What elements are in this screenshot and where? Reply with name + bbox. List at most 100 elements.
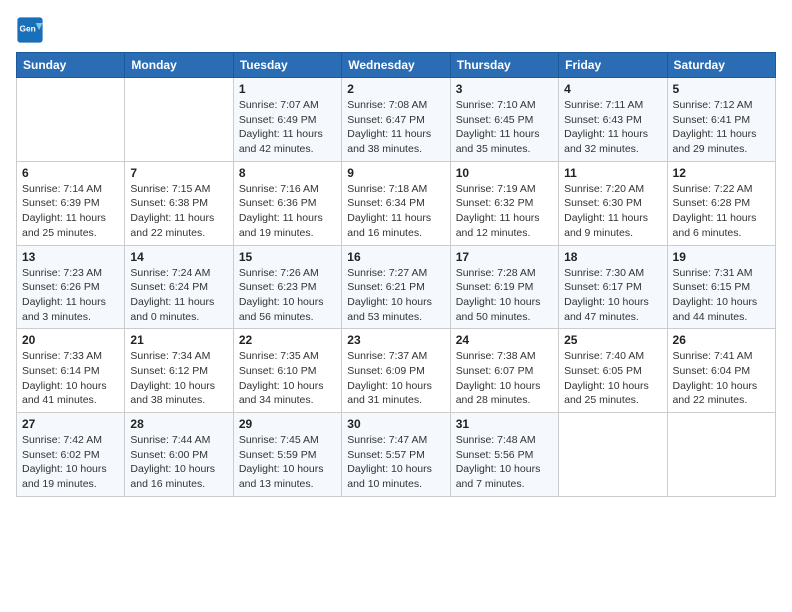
day-number: 22: [239, 333, 336, 347]
calendar-cell: 28 Sunrise: 7:44 AMSunset: 6:00 PMDayligh…: [125, 413, 233, 497]
calendar-cell: [559, 413, 667, 497]
calendar-cell: 22 Sunrise: 7:35 AMSunset: 6:10 PMDayligh…: [233, 329, 341, 413]
day-number: 25: [564, 333, 661, 347]
col-header-saturday: Saturday: [667, 53, 775, 78]
day-info: Sunrise: 7:40 AMSunset: 6:05 PMDaylight:…: [564, 349, 661, 408]
col-header-wednesday: Wednesday: [342, 53, 450, 78]
calendar-cell: [17, 78, 125, 162]
calendar-cell: 10Sunrise: 7:19 AMSunset: 6:32 PMDayligh…: [450, 161, 558, 245]
day-info: Sunrise: 7:16 AMSunset: 6:36 PMDaylight:…: [239, 182, 336, 241]
calendar-cell: 2 Sunrise: 7:08 AMSunset: 6:47 PMDaylight…: [342, 78, 450, 162]
calendar-cell: 30 Sunrise: 7:47 AMSunset: 5:57 PMDayligh…: [342, 413, 450, 497]
day-info: Sunrise: 7:35 AMSunset: 6:10 PMDaylight:…: [239, 349, 336, 408]
calendar-cell: 8 Sunrise: 7:16 AMSunset: 6:36 PMDaylight…: [233, 161, 341, 245]
logo: Gen: [16, 16, 48, 44]
day-number: 24: [456, 333, 553, 347]
day-number: 12: [673, 166, 770, 180]
day-number: 21: [130, 333, 227, 347]
day-number: 29: [239, 417, 336, 431]
calendar-cell: 4 Sunrise: 7:11 AMSunset: 6:43 PMDaylight…: [559, 78, 667, 162]
col-header-monday: Monday: [125, 53, 233, 78]
calendar-cell: 3 Sunrise: 7:10 AMSunset: 6:45 PMDaylight…: [450, 78, 558, 162]
calendar-cell: 31 Sunrise: 7:48 AMSunset: 5:56 PMDayligh…: [450, 413, 558, 497]
day-number: 9: [347, 166, 444, 180]
day-info: Sunrise: 7:47 AMSunset: 5:57 PMDaylight:…: [347, 433, 444, 492]
day-info: Sunrise: 7:41 AMSunset: 6:04 PMDaylight:…: [673, 349, 770, 408]
day-info: Sunrise: 7:38 AMSunset: 6:07 PMDaylight:…: [456, 349, 553, 408]
calendar-cell: 21 Sunrise: 7:34 AMSunset: 6:12 PMDayligh…: [125, 329, 233, 413]
day-number: 4: [564, 82, 661, 96]
day-info: Sunrise: 7:48 AMSunset: 5:56 PMDaylight:…: [456, 433, 553, 492]
day-number: 10: [456, 166, 553, 180]
calendar-cell: 29 Sunrise: 7:45 AMSunset: 5:59 PMDayligh…: [233, 413, 341, 497]
day-info: Sunrise: 7:12 AMSunset: 6:41 PMDaylight:…: [673, 98, 770, 157]
calendar-cell: 13 Sunrise: 7:23 AMSunset: 6:26 PMDayligh…: [17, 245, 125, 329]
day-number: 1: [239, 82, 336, 96]
calendar-cell: [125, 78, 233, 162]
calendar-cell: 6Sunrise: 7:14 AMSunset: 6:39 PMDaylight…: [17, 161, 125, 245]
day-info: Sunrise: 7:07 AMSunset: 6:49 PMDaylight:…: [239, 98, 336, 157]
day-number: 30: [347, 417, 444, 431]
day-info: Sunrise: 7:33 AMSunset: 6:14 PMDaylight:…: [22, 349, 119, 408]
calendar-cell: 1 Sunrise: 7:07 AMSunset: 6:49 PMDaylight…: [233, 78, 341, 162]
day-info: Sunrise: 7:08 AMSunset: 6:47 PMDaylight:…: [347, 98, 444, 157]
calendar-cell: 16 Sunrise: 7:27 AMSunset: 6:21 PMDayligh…: [342, 245, 450, 329]
col-header-sunday: Sunday: [17, 53, 125, 78]
day-info: Sunrise: 7:11 AMSunset: 6:43 PMDaylight:…: [564, 98, 661, 157]
day-info: Sunrise: 7:44 AMSunset: 6:00 PMDaylight:…: [130, 433, 227, 492]
day-info: Sunrise: 7:23 AMSunset: 6:26 PMDaylight:…: [22, 266, 119, 325]
col-header-tuesday: Tuesday: [233, 53, 341, 78]
day-info: Sunrise: 7:24 AMSunset: 6:24 PMDaylight:…: [130, 266, 227, 325]
day-number: 27: [22, 417, 119, 431]
calendar-cell: 18 Sunrise: 7:30 AMSunset: 6:17 PMDayligh…: [559, 245, 667, 329]
calendar-cell: 23 Sunrise: 7:37 AMSunset: 6:09 PMDayligh…: [342, 329, 450, 413]
calendar-cell: 20 Sunrise: 7:33 AMSunset: 6:14 PMDayligh…: [17, 329, 125, 413]
day-number: 14: [130, 250, 227, 264]
calendar-cell: 7Sunrise: 7:15 AMSunset: 6:38 PMDaylight…: [125, 161, 233, 245]
day-number: 15: [239, 250, 336, 264]
day-number: 8: [239, 166, 336, 180]
day-number: 2: [347, 82, 444, 96]
day-number: 31: [456, 417, 553, 431]
day-info: Sunrise: 7:26 AMSunset: 6:23 PMDaylight:…: [239, 266, 336, 325]
day-info: Sunrise: 7:20 AMSunset: 6:30 PMDaylight:…: [564, 182, 661, 241]
calendar-table: SundayMondayTuesdayWednesdayThursdayFrid…: [16, 52, 776, 497]
day-number: 18: [564, 250, 661, 264]
calendar-cell: 12 Sunrise: 7:22 AMSunset: 6:28 PMDayligh…: [667, 161, 775, 245]
day-number: 13: [22, 250, 119, 264]
col-header-friday: Friday: [559, 53, 667, 78]
calendar-cell: 27 Sunrise: 7:42 AMSunset: 6:02 PMDayligh…: [17, 413, 125, 497]
day-info: Sunrise: 7:30 AMSunset: 6:17 PMDaylight:…: [564, 266, 661, 325]
day-number: 5: [673, 82, 770, 96]
day-info: Sunrise: 7:31 AMSunset: 6:15 PMDaylight:…: [673, 266, 770, 325]
calendar-cell: 25 Sunrise: 7:40 AMSunset: 6:05 PMDayligh…: [559, 329, 667, 413]
day-number: 26: [673, 333, 770, 347]
day-info: Sunrise: 7:34 AMSunset: 6:12 PMDaylight:…: [130, 349, 227, 408]
day-info: Sunrise: 7:10 AMSunset: 6:45 PMDaylight:…: [456, 98, 553, 157]
calendar-cell: 11 Sunrise: 7:20 AMSunset: 6:30 PMDayligh…: [559, 161, 667, 245]
day-number: 6: [22, 166, 119, 180]
day-number: 16: [347, 250, 444, 264]
page-header: Gen: [16, 16, 776, 44]
calendar-cell: 5 Sunrise: 7:12 AMSunset: 6:41 PMDaylight…: [667, 78, 775, 162]
day-info: Sunrise: 7:28 AMSunset: 6:19 PMDaylight:…: [456, 266, 553, 325]
day-info: Sunrise: 7:37 AMSunset: 6:09 PMDaylight:…: [347, 349, 444, 408]
svg-text:Gen: Gen: [20, 23, 36, 33]
calendar-cell: 17Sunrise: 7:28 AMSunset: 6:19 PMDayligh…: [450, 245, 558, 329]
day-number: 28: [130, 417, 227, 431]
day-info: Sunrise: 7:22 AMSunset: 6:28 PMDaylight:…: [673, 182, 770, 241]
day-number: 11: [564, 166, 661, 180]
calendar-cell: 26 Sunrise: 7:41 AMSunset: 6:04 PMDayligh…: [667, 329, 775, 413]
day-number: 20: [22, 333, 119, 347]
day-info: Sunrise: 7:18 AMSunset: 6:34 PMDaylight:…: [347, 182, 444, 241]
calendar-cell: [667, 413, 775, 497]
day-info: Sunrise: 7:27 AMSunset: 6:21 PMDaylight:…: [347, 266, 444, 325]
day-info: Sunrise: 7:42 AMSunset: 6:02 PMDaylight:…: [22, 433, 119, 492]
day-info: Sunrise: 7:15 AMSunset: 6:38 PMDaylight:…: [130, 182, 227, 241]
col-header-thursday: Thursday: [450, 53, 558, 78]
day-number: 3: [456, 82, 553, 96]
logo-icon: Gen: [16, 16, 44, 44]
day-info: Sunrise: 7:45 AMSunset: 5:59 PMDaylight:…: [239, 433, 336, 492]
calendar-cell: 15 Sunrise: 7:26 AMSunset: 6:23 PMDayligh…: [233, 245, 341, 329]
day-number: 23: [347, 333, 444, 347]
